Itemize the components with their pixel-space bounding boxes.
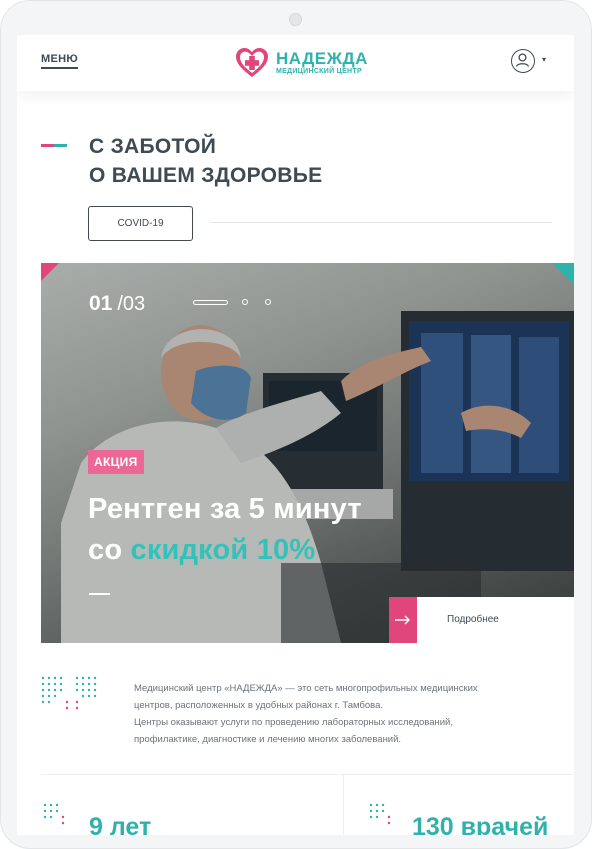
dot-pattern-decoration	[41, 676, 97, 710]
slide-title-line2: со скидкой 10%	[88, 530, 362, 571]
page-title-line1: С ЗАБОТОЙ	[89, 135, 217, 158]
menu-button[interactable]: МЕНЮ	[41, 53, 78, 69]
slide-counter: 01/03	[89, 292, 145, 316]
arrow-right-icon[interactable]	[389, 597, 417, 643]
tablet-frame: МЕНЮ НАДЕЖДА МЕДИЦИНСКИЙ ЦЕНТР ▾ С ЗАБОТ…	[0, 0, 592, 849]
slide-total: /03	[117, 293, 146, 315]
slide-title: Рентген за 5 минут со скидкой 10%	[88, 489, 362, 571]
slide-dash	[89, 593, 110, 595]
corner-accent-pink	[41, 263, 59, 281]
about-description: Медицинский центр «НАДЕЖДА» — это сеть м…	[134, 680, 534, 748]
camera-dot	[289, 13, 302, 26]
divider-line	[210, 222, 552, 223]
title-accent-dash	[41, 144, 67, 147]
slide-current: 01	[89, 292, 113, 315]
slide-title-accent: скидкой 10%	[130, 534, 316, 566]
stats-divider	[41, 774, 574, 775]
slide-title-line2-plain: со	[88, 534, 131, 566]
logo-title: НАДЕЖДА	[276, 49, 368, 68]
profile-button[interactable]	[511, 49, 535, 73]
about-line2: центров, расположенных в удобных районах…	[134, 700, 384, 711]
site-header: МЕНЮ НАДЕЖДА МЕДИЦИНСКИЙ ЦЕНТР ▾	[17, 35, 574, 91]
more-link[interactable]: Подробнее	[389, 597, 574, 643]
logo-subtitle: МЕДИЦИНСКИЙ ЦЕНТР	[276, 68, 362, 75]
corner-accent-teal	[552, 263, 574, 285]
stats-separator	[343, 774, 344, 835]
logo[interactable]: НАДЕЖДА МЕДИЦИНСКИЙ ЦЕНТР	[235, 47, 368, 81]
more-label[interactable]: Подробнее	[447, 614, 499, 625]
slider-dot-2[interactable]	[242, 299, 248, 305]
promo-badge: АКЦИЯ	[88, 450, 144, 474]
stat-doctors: 130 врачей	[412, 813, 549, 835]
page-title: С ЗАБОТОЙ О ВАШЕМ ЗДОРОВЬЕ	[89, 132, 409, 190]
slider-dot-3[interactable]	[265, 299, 271, 305]
page-title-line2: О ВАШЕМ ЗДОРОВЬЕ	[89, 164, 323, 187]
about-line3: Центры оказывают услуги по проведению ла…	[134, 717, 453, 728]
screen: МЕНЮ НАДЕЖДА МЕДИЦИНСКИЙ ЦЕНТР ▾ С ЗАБОТ…	[17, 35, 574, 835]
slide-title-line1: Рентген за 5 минут	[88, 493, 362, 525]
about-line4: профилактике, диагностике и лечению мног…	[134, 734, 402, 745]
about-line1: Медицинский центр «НАДЕЖДА» — это сеть м…	[134, 683, 478, 694]
promo-slider[interactable]: 01/03 АКЦИЯ Рентген за 5 минут со скидко…	[41, 263, 574, 643]
stat-dot-icon	[43, 803, 65, 825]
heart-cross-icon	[236, 48, 268, 77]
user-icon	[515, 53, 530, 67]
covid-button[interactable]: COVID-19	[88, 206, 193, 241]
stat-years: 9 лет	[89, 813, 152, 835]
slider-dot-1[interactable]	[193, 300, 228, 305]
chevron-down-icon[interactable]: ▾	[542, 55, 546, 64]
stat-dot-icon	[369, 803, 391, 825]
